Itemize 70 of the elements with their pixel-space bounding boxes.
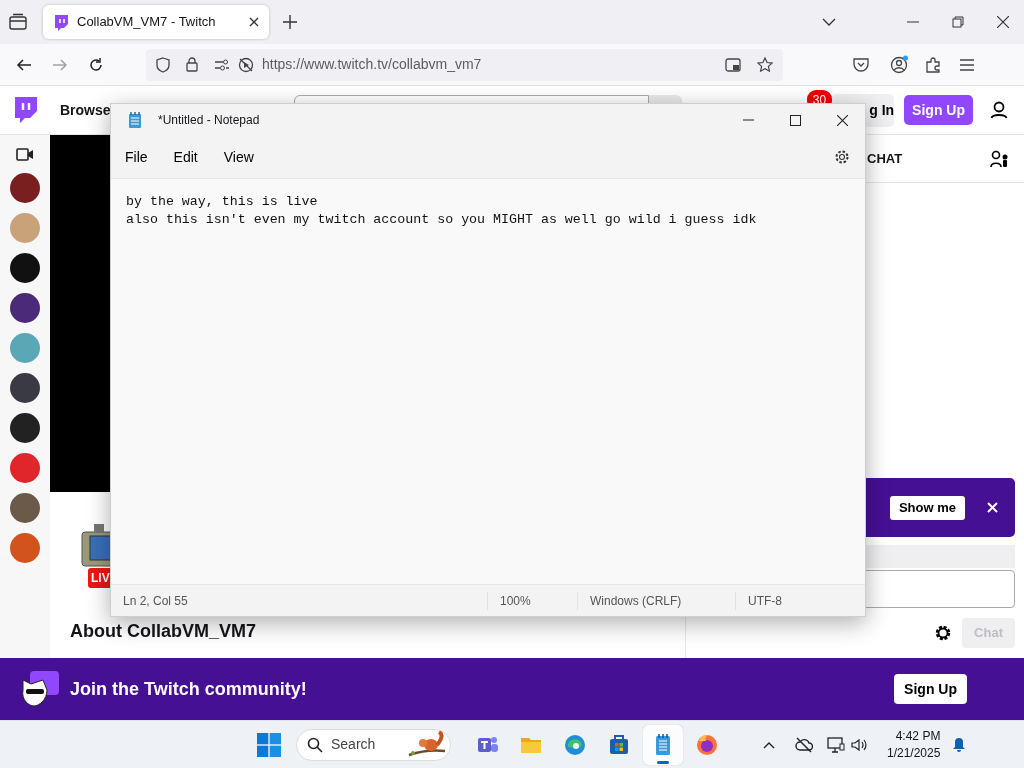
sign-up-button[interactable]: Sign Up <box>904 95 973 125</box>
about-heading: About CollabVM_VM7 <box>70 620 257 643</box>
search-icon <box>307 736 323 753</box>
chevron-down-icon[interactable] <box>822 18 836 26</box>
channel-avatar[interactable] <box>10 293 40 323</box>
windows-start-icon[interactable] <box>257 732 281 757</box>
chevron-up-icon[interactable] <box>763 740 775 749</box>
text-area[interactable]: by the way, this is live also this isn't even my twitch account so you MIGHT as well go wild i guess idk <box>111 179 865 584</box>
settings-icon[interactable] <box>834 149 850 165</box>
channel-avatar[interactable] <box>10 173 40 203</box>
line-ending: Windows (CRLF) <box>590 592 682 610</box>
maximize-icon[interactable] <box>790 114 801 126</box>
extensions-icon[interactable] <box>925 56 941 73</box>
time-text: 4:42 PM <box>894 728 941 745</box>
users-icon[interactable] <box>990 149 1010 168</box>
tab-title: CollabVM_VM7 - Twitch <box>77 13 216 32</box>
live-badge: LIV <box>88 568 113 588</box>
close-icon[interactable] <box>997 16 1009 28</box>
menu-item[interactable]: View <box>211 146 266 168</box>
taskbar-search-field[interactable]: Search <box>296 728 451 761</box>
tab-list-icon[interactable] <box>8 13 28 31</box>
address-bar[interactable]: https://www.twitch.tv/collabvm_vm7 <box>146 48 783 81</box>
shield-icon <box>156 56 170 73</box>
permissions-icon <box>214 58 230 71</box>
zoom-level: 100% <box>500 592 531 610</box>
close-icon[interactable] <box>837 114 848 126</box>
star-icon[interactable] <box>757 56 773 73</box>
notepad-icon[interactable] <box>643 724 683 765</box>
pocket-icon[interactable] <box>853 57 869 72</box>
cloud-off-icon[interactable] <box>795 736 813 753</box>
close-tab-icon[interactable] <box>249 17 259 27</box>
twitch-logo-icon <box>53 13 69 31</box>
show-me-button[interactable]: Show me <box>889 495 965 520</box>
video-camera-icon <box>16 148 34 161</box>
reload-icon[interactable] <box>88 56 104 73</box>
channel-avatar[interactable] <box>10 373 40 403</box>
mascot-icon <box>20 670 60 708</box>
date-text: 1/21/2025 <box>887 744 941 761</box>
lock-icon <box>186 57 198 72</box>
new-tab-icon[interactable] <box>283 15 297 29</box>
menu-item[interactable]: File <box>113 146 160 168</box>
picture-in-picture-icon[interactable] <box>725 57 741 72</box>
window-title: *Untitled - Notepad <box>158 112 260 129</box>
search-placeholder: Search <box>331 735 376 754</box>
channel-avatar[interactable] <box>10 493 40 523</box>
back-icon[interactable] <box>16 56 32 73</box>
chat-header: CHAT <box>867 149 903 168</box>
browse-link[interactable]: Browse <box>60 99 111 121</box>
search-highlight-drawing <box>407 730 447 759</box>
notepad-icon <box>128 111 142 129</box>
restore-icon[interactable] <box>952 16 964 28</box>
twitch-logo-icon[interactable] <box>12 96 38 124</box>
sign-up-button[interactable]: Sign Up <box>894 674 967 704</box>
channel-avatar[interactable] <box>10 253 40 283</box>
autoplay-blocked-icon <box>238 56 254 73</box>
menu-item[interactable]: Edit <box>161 146 210 168</box>
menu-icon[interactable] <box>960 58 974 71</box>
network-icon[interactable] <box>827 736 845 753</box>
url-text: https://www.twitch.tv/collabvm_vm7 <box>262 55 482 74</box>
settings-icon[interactable] <box>934 624 953 642</box>
banner-text: Join the Twitch community! <box>70 677 307 701</box>
encoding: UTF-8 <box>748 592 782 610</box>
notification-bell-icon[interactable] <box>952 736 967 753</box>
volume-icon[interactable] <box>851 737 867 752</box>
user-icon[interactable] <box>990 101 1008 119</box>
account-icon[interactable] <box>890 55 909 74</box>
clock[interactable]: 4:42 PM 1/21/2025 <box>887 728 941 761</box>
browser-tab[interactable]: CollabVM_VM7 - Twitch <box>43 5 269 39</box>
channel-avatar[interactable] <box>10 413 40 443</box>
cursor-position: Ln 2, Col 55 <box>123 592 188 610</box>
